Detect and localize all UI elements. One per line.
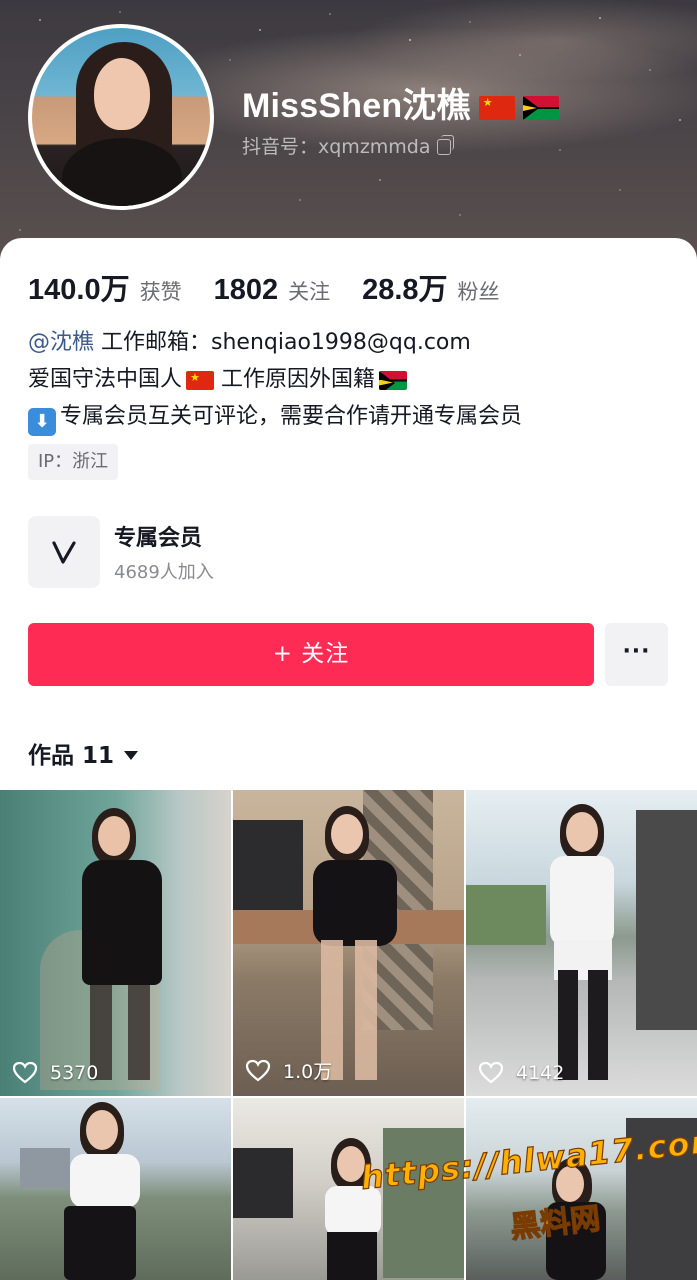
like-count-text: 4142 <box>516 1061 565 1084</box>
more-options-button[interactable]: ··· <box>605 623 668 686</box>
tab-works-label: 作品 11 <box>28 743 115 769</box>
bio-line-2b: 工作原因外国籍 <box>221 367 376 392</box>
video-thumbnail[interactable] <box>466 1098 697 1280</box>
like-count: 4142 <box>478 1061 564 1084</box>
heart-icon <box>478 1061 504 1084</box>
bio-line-1: @沈樵 工作邮箱：shenqiao1998@qq.com <box>28 324 522 361</box>
flag-china-icon <box>478 96 515 121</box>
followers-count[interactable]: 28.8万 <box>362 266 447 308</box>
like-count: 1.0万 <box>245 1057 332 1084</box>
bio: @沈樵 工作邮箱：shenqiao1998@qq.com 爱国守法中国人 工作原… <box>28 324 522 436</box>
bio-line-2a: 爱国守法中国人 <box>28 367 183 392</box>
bio-line-3: ⬇ 专属会员互关可评论，需要合作请开通专属会员 <box>28 398 522 436</box>
profile-name: MissShen沈樵 <box>242 78 559 127</box>
profile-card: 140.0万 获赞 1802 关注 28.8万 粉丝 @沈樵 工作邮箱：shen… <box>0 238 697 798</box>
down-arrow-icon: ⬇ <box>28 408 56 436</box>
chevron-down-icon <box>124 751 139 760</box>
mention-link[interactable]: @沈樵 <box>28 330 94 355</box>
tab-works[interactable]: 作品 11 <box>28 736 139 770</box>
membership-entry[interactable]: 专属会员 4689人加入 <box>28 516 668 588</box>
membership-count: 4689人加入 <box>114 562 214 583</box>
follow-button[interactable]: + 关注 <box>28 623 594 686</box>
bio-email: 工作邮箱：shenqiao1998@qq.com <box>94 330 471 355</box>
like-count: 5370 <box>12 1061 98 1084</box>
video-thumbnail[interactable]: 4142 <box>466 790 697 1096</box>
douyin-id[interactable]: 抖音号：xqmzmmda <box>242 132 454 159</box>
video-thumbnail[interactable]: 5370 <box>0 790 231 1096</box>
bio-line-2: 爱国守法中国人 工作原因外国籍 <box>28 361 522 398</box>
likes-count: 140.0万 <box>28 274 130 306</box>
avatar[interactable] <box>28 24 214 210</box>
flag-vanuatu-icon <box>522 96 559 121</box>
membership-v-icon <box>28 516 100 588</box>
like-count-text: 1.0万 <box>283 1061 333 1083</box>
like-count-text: 5370 <box>50 1061 99 1084</box>
profile-name-text: MissShen沈樵 <box>242 87 471 125</box>
following-count[interactable]: 1802 <box>214 274 279 307</box>
flag-china-icon <box>186 370 215 390</box>
profile-header: MissShen沈樵 抖音号：xqmzmmda <box>0 0 697 270</box>
bio-line-3-text: 专属会员互关可评论，需要合作请开通专属会员 <box>60 404 523 429</box>
heart-icon <box>245 1059 271 1082</box>
heart-icon <box>12 1061 38 1084</box>
likes-label: 获赞 <box>139 280 182 304</box>
video-thumbnail[interactable] <box>0 1098 231 1280</box>
copy-icon[interactable] <box>436 135 454 155</box>
douyin-id-text: 抖音号：xqmzmmda <box>242 136 431 158</box>
followers-label[interactable]: 粉丝 <box>458 276 500 306</box>
flag-vanuatu-icon <box>379 370 408 390</box>
ip-location-tag: IP：浙江 <box>28 444 119 480</box>
membership-title: 专属会员 <box>114 526 203 551</box>
avatar-image <box>32 28 210 206</box>
watermark-brand: 黑料网 <box>508 1201 602 1246</box>
stats-row: 140.0万 获赞 1802 关注 28.8万 粉丝 <box>28 266 532 308</box>
video-thumbnail[interactable]: 1.0万 <box>233 790 464 1096</box>
following-label[interactable]: 关注 <box>288 276 330 306</box>
